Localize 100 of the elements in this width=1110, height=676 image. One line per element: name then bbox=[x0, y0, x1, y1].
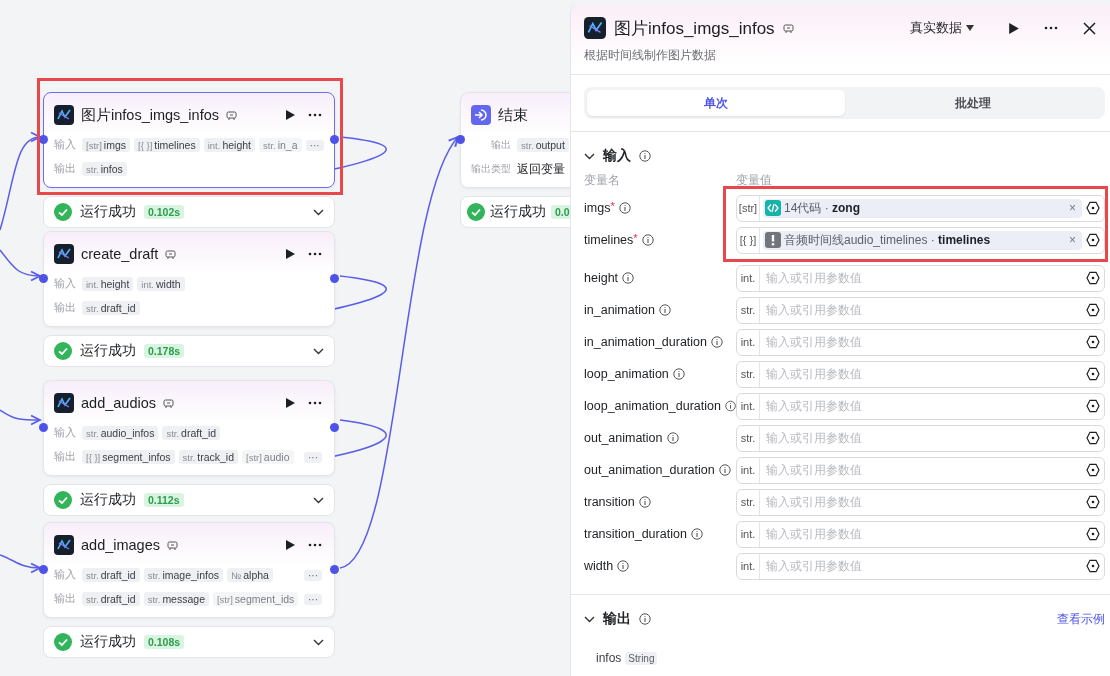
parameter-field[interactable]: int. 输入或引用参数值 bbox=[736, 520, 1105, 548]
variable-picker-icon[interactable] bbox=[1086, 527, 1100, 541]
clear-button[interactable]: × bbox=[1069, 233, 1076, 247]
chevron-icon[interactable] bbox=[584, 615, 595, 623]
input-port[interactable] bbox=[39, 135, 48, 144]
more-icon[interactable] bbox=[308, 401, 322, 405]
chevron-icon[interactable] bbox=[313, 208, 324, 216]
success-icon bbox=[54, 633, 72, 651]
variable-picker-icon[interactable] bbox=[1086, 399, 1100, 413]
plugin-badge-icon bbox=[226, 109, 237, 121]
duration-badge: 0.112s bbox=[144, 493, 184, 507]
value-input[interactable]: 输入或引用参数值 bbox=[760, 527, 1086, 541]
input-port[interactable] bbox=[39, 274, 48, 283]
view-example-link[interactable]: 查看示例 bbox=[1057, 610, 1105, 628]
value-input[interactable]: 输入或引用参数值 bbox=[760, 495, 1086, 509]
row-label: 输出 bbox=[490, 138, 511, 152]
value-input[interactable]: 输入或引用参数值 bbox=[760, 431, 1086, 445]
info-icon bbox=[724, 400, 736, 412]
type-label: int. bbox=[737, 553, 760, 579]
type-label: [str] bbox=[737, 195, 760, 221]
output-port[interactable] bbox=[330, 565, 339, 574]
parameter-name: in_animation_duration bbox=[584, 335, 707, 349]
plugin-logo-icon bbox=[54, 393, 74, 413]
run-status-bar[interactable]: 运行成功 0.0 bbox=[460, 196, 570, 228]
value-input[interactable]: 输入或引用参数值 bbox=[760, 399, 1086, 413]
chevron-icon[interactable] bbox=[584, 152, 595, 160]
more-icon[interactable] bbox=[308, 543, 322, 547]
row-label: 输出 bbox=[54, 450, 77, 464]
duration-badge: 0.102s bbox=[144, 205, 185, 219]
chevron-icon[interactable] bbox=[313, 638, 324, 646]
value-input[interactable]: 输入或引用参数值 bbox=[760, 559, 1086, 573]
more-icon[interactable] bbox=[1044, 26, 1058, 30]
parameter-field[interactable]: int. 输入或引用参数值 bbox=[736, 328, 1105, 356]
panel-description: 根据时间线制作图片数据 bbox=[571, 41, 1110, 75]
input-port[interactable] bbox=[39, 423, 48, 432]
variable-picker-icon[interactable] bbox=[1086, 431, 1100, 445]
value-input[interactable]: 输入或引用参数值 bbox=[760, 463, 1086, 477]
info-icon bbox=[658, 304, 671, 316]
input-port[interactable] bbox=[39, 565, 48, 574]
data-source-dropdown[interactable]: 真实数据 bbox=[910, 19, 974, 37]
info-icon bbox=[622, 272, 635, 284]
parameter-field[interactable]: str. 输入或引用参数值 bbox=[736, 296, 1105, 324]
input-port[interactable] bbox=[456, 135, 465, 144]
output-port[interactable] bbox=[330, 135, 339, 144]
code-icon bbox=[765, 200, 781, 216]
variable-picker-icon[interactable] bbox=[1086, 303, 1100, 317]
parameter-field[interactable]: str. 输入或引用参数值 bbox=[736, 424, 1105, 452]
run-status-bar[interactable]: 运行成功 0.112s bbox=[43, 484, 335, 516]
parameter-field[interactable]: str. 输入或引用参数值 bbox=[736, 360, 1105, 388]
parameter-field[interactable]: int. 输入或引用参数值 bbox=[736, 392, 1105, 420]
parameter-tag: str. image_infos bbox=[143, 568, 223, 582]
value-input[interactable]: 输入或引用参数值 bbox=[760, 303, 1086, 317]
more-tags-button[interactable]: ··· bbox=[304, 451, 322, 463]
parameter-name: loop_animation_duration bbox=[584, 399, 721, 413]
run-status-bar[interactable]: 运行成功 0.102s bbox=[43, 196, 335, 228]
parameter-field[interactable]: str. 输入或引用参数值 bbox=[736, 488, 1105, 516]
parameter-field[interactable]: [{ }] 音频时间线audio_timelines · timelines × bbox=[736, 226, 1105, 254]
value-input[interactable]: 输入或引用参数值 bbox=[760, 335, 1086, 349]
mode-tab[interactable]: 单次 bbox=[587, 90, 845, 116]
variable-picker-icon[interactable] bbox=[1086, 271, 1100, 285]
parameter-field[interactable]: int. 输入或引用参数值 bbox=[736, 552, 1105, 580]
variable-picker-icon[interactable] bbox=[1086, 559, 1100, 573]
variable-picker-icon[interactable] bbox=[1086, 335, 1100, 349]
variable-picker-icon[interactable] bbox=[1086, 367, 1100, 381]
variable-picker-icon[interactable] bbox=[1086, 495, 1100, 509]
more-icon[interactable] bbox=[308, 252, 322, 256]
variable-picker-icon[interactable] bbox=[1086, 233, 1100, 247]
info-icon bbox=[690, 528, 703, 540]
play-icon[interactable] bbox=[284, 539, 296, 551]
run-status-bar[interactable]: 运行成功 0.178s bbox=[43, 335, 335, 367]
variable-picker-icon[interactable] bbox=[1086, 463, 1100, 477]
more-icon[interactable] bbox=[308, 113, 322, 117]
play-icon[interactable] bbox=[284, 248, 296, 260]
output-port[interactable] bbox=[330, 423, 339, 432]
row-label: 输入 bbox=[54, 277, 77, 291]
more-tags-button[interactable]: ··· bbox=[304, 593, 322, 605]
value-input[interactable]: 输入或引用参数值 bbox=[760, 367, 1086, 381]
chevron-icon[interactable] bbox=[313, 347, 324, 355]
plugin-logo-icon bbox=[54, 535, 74, 555]
parameter-name: in_animation bbox=[584, 303, 655, 317]
play-icon[interactable] bbox=[284, 109, 296, 121]
parameter-field[interactable]: int. 输入或引用参数值 bbox=[736, 456, 1105, 484]
play-icon[interactable] bbox=[284, 397, 296, 409]
value-input[interactable]: 输入或引用参数值 bbox=[760, 271, 1086, 285]
clear-button[interactable]: × bbox=[1069, 201, 1076, 215]
chevron-icon[interactable] bbox=[313, 496, 324, 504]
parameter-field[interactable]: int. 输入或引用参数值 bbox=[736, 264, 1105, 292]
variable-picker-icon[interactable] bbox=[1086, 201, 1100, 215]
mode-tab[interactable]: 批处理 bbox=[844, 90, 1102, 116]
output-port[interactable] bbox=[330, 274, 339, 283]
parameter-tag: str. infos bbox=[82, 162, 127, 176]
parameter-tag: str. in_a bbox=[259, 138, 302, 152]
more-tags-button[interactable]: ··· bbox=[305, 139, 324, 151]
info-icon bbox=[718, 464, 731, 476]
run-status-bar[interactable]: 运行成功 0.108s bbox=[43, 626, 335, 658]
parameter-tag: str. draft_id bbox=[82, 592, 140, 606]
exit-icon bbox=[471, 105, 491, 125]
node-title: add_audios bbox=[81, 395, 156, 411]
more-tags-button[interactable]: ··· bbox=[304, 569, 322, 581]
parameter-field[interactable]: [str] 14代码 · zong × bbox=[736, 194, 1105, 222]
